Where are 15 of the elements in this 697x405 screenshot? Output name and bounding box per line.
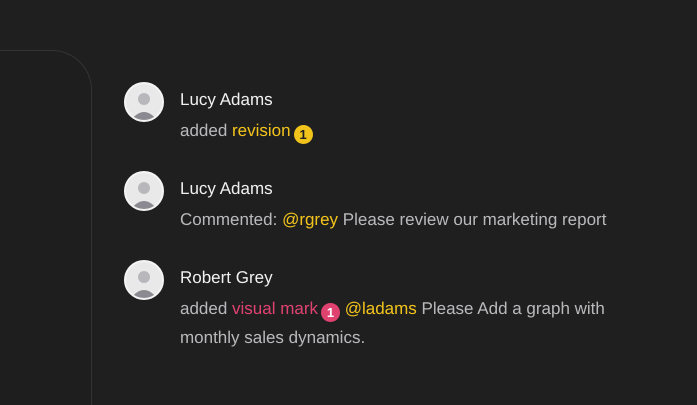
author-name: Lucy Adams bbox=[180, 90, 274, 110]
activity-text: Commented: @rgrey Please review our marketing report bbox=[180, 209, 608, 231]
author-name: Lucy Adams bbox=[180, 179, 274, 199]
count-badge: 1 bbox=[294, 125, 313, 144]
item-link[interactable]: visual mark bbox=[232, 299, 318, 318]
user-mention[interactable]: @ladams bbox=[344, 299, 417, 318]
avatar-icon bbox=[124, 171, 164, 211]
avatar-icon bbox=[124, 82, 164, 122]
author-name: Robert Grey bbox=[180, 268, 274, 288]
item-link[interactable]: revision bbox=[232, 121, 291, 140]
count-badge: 1 bbox=[320, 303, 340, 322]
activity-text: added visual mark 1 @ladams Please Add a graph with monthly sales dynamics. bbox=[180, 298, 606, 349]
activity-text: added revision 1 bbox=[180, 116, 650, 145]
user-mention[interactable]: @rgrey bbox=[282, 210, 338, 229]
avatar-icon bbox=[124, 260, 164, 300]
